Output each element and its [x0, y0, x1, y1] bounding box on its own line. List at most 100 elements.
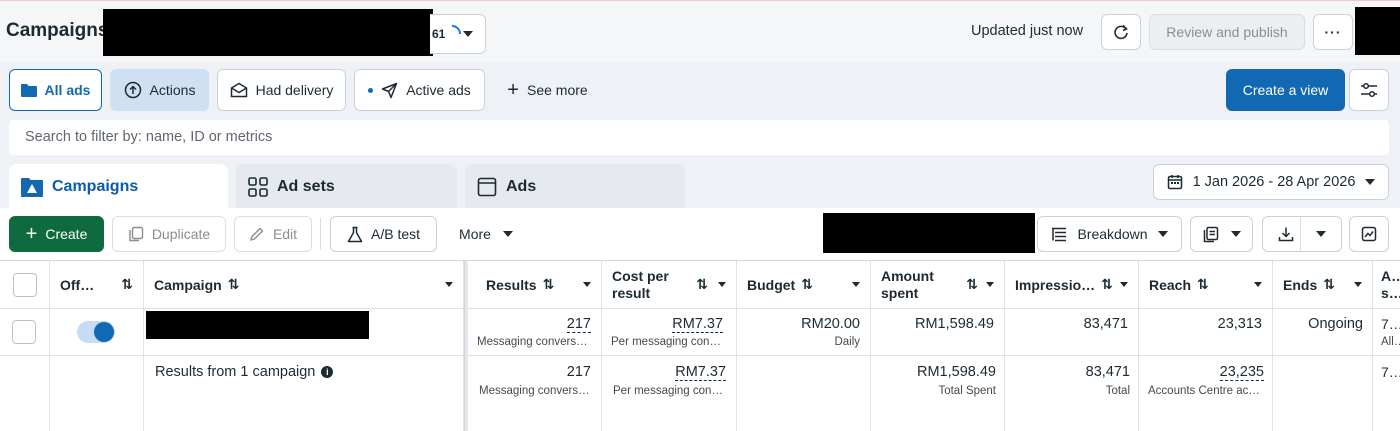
cost-header-label-1: Cost per	[612, 267, 669, 284]
grid-icon	[248, 176, 268, 197]
reports-dropdown[interactable]	[1190, 216, 1253, 252]
actions-label: Actions	[149, 82, 196, 98]
column-header-offon[interactable]: Off… ⇅	[50, 261, 144, 309]
sort-icon: ⇅	[801, 276, 813, 292]
tab-campaigns-label: Campaigns	[52, 177, 139, 195]
column-header-budget[interactable]: Budget ⇅	[737, 261, 871, 309]
chevron-down-icon	[463, 31, 473, 37]
offon-header-label: Off…	[60, 276, 95, 293]
search-input[interactable]: Search to filter by: name, ID or metrics	[9, 120, 1389, 155]
chevron-down-icon	[852, 282, 860, 287]
results-subtext: Messaging convers…	[477, 336, 588, 348]
active-dot-icon	[368, 87, 374, 93]
cost-value: RM7.37	[672, 316, 723, 333]
date-range-label: 1 Jan 2026 - 28 Apr 2026	[1192, 174, 1356, 190]
select-all-checkbox[interactable]	[12, 272, 37, 297]
column-header-cost-per-result[interactable]: Cost per result ⇅	[602, 261, 737, 309]
campaign-header-label: Campaign	[154, 276, 222, 293]
refresh-icon	[1114, 24, 1128, 40]
sort-icon: ⇅	[1197, 276, 1209, 292]
account-selector-button[interactable]: 61	[430, 14, 486, 54]
tab-ads[interactable]: Ads	[465, 164, 685, 209]
calendar-icon	[1167, 175, 1182, 190]
upload-circle-icon	[124, 81, 141, 99]
edit-label: Edit	[272, 226, 298, 242]
impressions-header-label: Impressio…	[1015, 276, 1096, 293]
reach-value: 23,313	[1217, 316, 1262, 332]
summary-cost-number[interactable]: RM7.37	[675, 364, 726, 381]
folder-icon	[20, 84, 37, 97]
column-header-impressions[interactable]: Impressio… ⇅	[1005, 261, 1139, 309]
actions-filter[interactable]: Actions	[110, 69, 209, 111]
budget-subtext: Daily	[834, 336, 860, 348]
tab-campaigns[interactable]: Campaigns	[9, 164, 228, 209]
redacted-toolbar-item	[823, 213, 1035, 253]
export-dropdown[interactable]	[1262, 216, 1342, 252]
loading-ring-icon	[451, 25, 461, 35]
column-header-campaign[interactable]: Campaign ⇅	[144, 261, 464, 309]
redacted-profile	[1355, 7, 1400, 55]
sort-icon: ⇅	[121, 276, 133, 292]
active-ads-label: Active ads	[406, 82, 471, 98]
summary-cost-subtext: Per messaging con…	[613, 385, 723, 397]
filter-settings-button[interactable]	[1349, 69, 1389, 111]
info-icon[interactable]: i	[321, 366, 334, 378]
row-impressions-cell: 83,471	[1005, 309, 1139, 356]
review-publish-button[interactable]: Review and publish	[1149, 14, 1305, 50]
summary-reach-number[interactable]: 23,235	[1219, 364, 1264, 381]
budget-header-label: Budget	[747, 276, 796, 293]
create-view-button[interactable]: Create a view	[1226, 69, 1345, 111]
column-header-results[interactable]: Results ⇅	[468, 261, 602, 309]
breakdown-dropdown[interactable]: Breakdown	[1037, 216, 1182, 252]
column-header-attribution[interactable]: A…s…	[1373, 261, 1400, 309]
summary-amount-cell: RM1,598.49 Total Spent	[871, 356, 1005, 431]
refresh-button[interactable]	[1101, 14, 1141, 50]
all-ads-filter[interactable]: All ads	[9, 69, 102, 111]
toolbar-divider	[320, 218, 321, 250]
flask-icon	[347, 226, 363, 242]
plus-icon: +	[25, 223, 38, 245]
summary-attribution-cell: 7…	[1373, 356, 1400, 431]
more-options-button[interactable]: ···	[1313, 14, 1353, 50]
edit-button[interactable]: Edit	[234, 216, 312, 252]
summary-amount-value: RM1,598.49	[917, 364, 996, 380]
summary-results-cell: 217 Messaging convers…	[468, 356, 602, 431]
select-all-cell	[0, 261, 50, 309]
duplicate-label: Duplicate	[151, 226, 211, 242]
ab-test-button[interactable]: A/B test	[330, 216, 437, 252]
column-header-amount-spent[interactable]: Amount spent ⇅	[871, 261, 1005, 309]
row-select-cell	[0, 309, 50, 356]
redacted-campaign-name	[146, 311, 369, 339]
charts-button[interactable]	[1349, 216, 1389, 252]
row-checkbox[interactable]	[12, 320, 36, 344]
more-actions-dropdown[interactable]: More	[446, 216, 526, 252]
ad-page-icon	[477, 177, 497, 196]
ab-test-label: A/B test	[370, 226, 421, 242]
budget-value[interactable]: RM20.00	[801, 316, 860, 332]
date-range-picker[interactable]: 1 Jan 2026 - 28 Apr 2026	[1153, 164, 1389, 200]
results-number[interactable]: 217	[566, 316, 591, 333]
campaign-toggle[interactable]	[77, 321, 115, 343]
summary-budget-cell	[737, 356, 871, 431]
chevron-down-icon	[1120, 282, 1128, 287]
had-delivery-filter[interactable]: Had delivery	[217, 69, 346, 111]
chevron-down-icon	[986, 282, 994, 287]
export-divider	[1300, 217, 1301, 251]
summary-reach-subtext: Accounts Centre ac…	[1148, 385, 1260, 397]
create-button[interactable]: + Create	[9, 216, 104, 252]
chevron-down-icon	[1254, 282, 1262, 287]
chevron-down-icon	[445, 282, 453, 287]
summary-label: Results from 1 campaign	[155, 364, 316, 380]
column-header-ends[interactable]: Ends ⇅	[1273, 261, 1373, 309]
row-cost-cell: RM7.37 Per messaging con…	[602, 309, 737, 356]
column-header-reach[interactable]: Reach ⇅	[1139, 261, 1273, 309]
cost-subtext: Per messaging con…	[611, 336, 721, 348]
tab-ad-sets[interactable]: Ad sets	[236, 164, 457, 209]
chevron-down-icon	[1316, 231, 1326, 237]
chevron-down-icon	[1157, 231, 1168, 237]
active-ads-filter[interactable]: Active ads	[354, 69, 485, 111]
duplicate-button[interactable]: Duplicate	[112, 216, 226, 252]
cost-number[interactable]: RM7.37	[672, 316, 723, 333]
see-more-button[interactable]: + See more	[495, 69, 600, 111]
create-label: Create	[45, 226, 88, 242]
